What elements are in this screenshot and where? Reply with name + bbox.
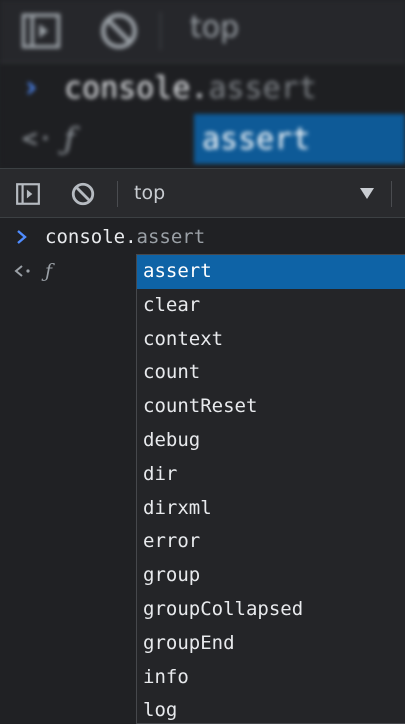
console-panel: console.assert ƒ assert clear context count… — [0, 218, 405, 724]
autocomplete-item[interactable]: assert — [137, 255, 405, 289]
context-selector[interactable]: top — [134, 180, 378, 208]
zoomed-input-line: console.assert — [64, 71, 317, 106]
autocomplete-item[interactable]: clear — [137, 289, 405, 323]
autocomplete-item[interactable]: groupCollapsed — [137, 593, 405, 627]
sidebar-toggle-icon — [21, 13, 61, 49]
autocomplete-item[interactable]: dir — [137, 458, 405, 492]
zoomed-result-value: ƒ — [64, 122, 76, 157]
zoomed-toolbar: top — [0, 0, 405, 63]
toolbar-separator-right — [391, 181, 392, 207]
context-selector-label: top — [134, 182, 166, 204]
autocomplete-item[interactable]: group — [137, 559, 405, 593]
clear-console-icon — [71, 182, 95, 206]
zoomed-prompt-icon: › — [22, 70, 41, 105]
zoomed-input-ghost: assert — [208, 71, 317, 106]
zoomed-selected-suggestion: assert — [194, 114, 405, 164]
autocomplete-item[interactable]: debug — [137, 424, 405, 458]
zoomed-separator — [160, 12, 161, 50]
console-toolbar: top — [0, 168, 405, 218]
clear-console-button[interactable] — [70, 181, 96, 207]
sidebar-toggle-button[interactable] — [15, 181, 41, 207]
autocomplete-item[interactable]: dirxml — [137, 492, 405, 526]
clear-console-icon — [100, 12, 138, 50]
sidebar-toggle-icon — [16, 183, 40, 205]
autocomplete-item[interactable]: groupEnd — [137, 627, 405, 661]
zoomed-input-object: console. — [64, 71, 209, 106]
triangle-down-icon — [360, 188, 374, 199]
console-input-ghost: assert — [136, 226, 206, 248]
result-value: ƒ — [45, 260, 53, 282]
zoomed-result-arrow-icon: <· — [22, 124, 54, 154]
console-input[interactable]: console.assert — [45, 226, 205, 248]
result-arrow-icon — [14, 265, 30, 277]
autocomplete-item[interactable]: info — [137, 661, 405, 695]
toolbar-separator — [117, 181, 118, 207]
zoomed-context-label: top — [190, 10, 240, 45]
zoomed-backdrop: top › console.assert <· ƒ assert — [0, 0, 405, 168]
autocomplete-item[interactable]: count — [137, 356, 405, 390]
prompt-chevron-icon — [17, 230, 27, 244]
zoomed-selected-suggestion-label: assert — [202, 122, 311, 157]
autocomplete-item[interactable]: countReset — [137, 390, 405, 424]
autocomplete-item[interactable]: context — [137, 323, 405, 357]
autocomplete-dropdown: assert clear context count countReset debug di… — [136, 254, 405, 724]
autocomplete-item[interactable]: error — [137, 525, 405, 559]
console-input-object: console. — [45, 226, 137, 248]
